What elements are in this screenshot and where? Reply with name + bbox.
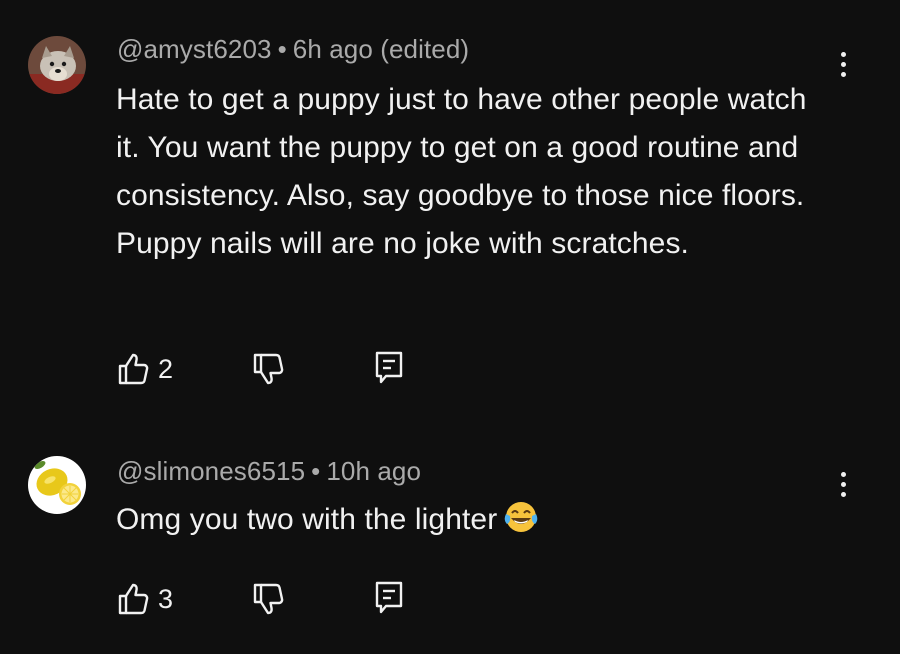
thumbs-down-icon xyxy=(253,583,284,615)
reply-icon xyxy=(375,351,403,384)
comment-item: @slimones6515 • 10h ago Omg you two with t… xyxy=(0,420,900,654)
lemon-avatar-icon xyxy=(28,456,86,514)
more-vertical-icon xyxy=(840,51,846,57)
author-avatar[interactable] xyxy=(28,36,86,94)
comment-meta: @amyst6203 • 6h ago (edited) xyxy=(117,34,469,65)
kebab-dot xyxy=(840,71,846,77)
face-with-tears-of-joy-icon xyxy=(503,500,539,549)
thumbs-up-icon xyxy=(118,353,149,385)
comment-timestamp: 10h ago xyxy=(326,456,422,486)
dog-avatar-icon xyxy=(28,36,86,94)
author-name[interactable]: @slimones6515 xyxy=(117,456,305,486)
author-name[interactable]: @amyst6203 xyxy=(117,34,272,64)
dislike-button[interactable] xyxy=(252,352,284,386)
comment-item: @amyst6203 • 6h ago (edited) Hate to get a… xyxy=(0,0,900,420)
reply-icon xyxy=(375,581,403,614)
comment-text: Omg you two with the lighter xyxy=(116,496,836,549)
meta-separator: • xyxy=(277,34,287,64)
comment-meta: @slimones6515 • 10h ago xyxy=(117,456,421,487)
like-button[interactable]: 2 xyxy=(117,352,173,386)
more-vertical-icon xyxy=(840,471,846,477)
like-button[interactable]: 3 xyxy=(117,582,173,616)
reply-button[interactable] xyxy=(373,350,405,386)
comment-text: Hate to get a puppy just to have other p… xyxy=(116,83,807,260)
comment-text-content: Omg you two with the lighter xyxy=(116,503,498,536)
kebab-dot xyxy=(840,61,846,67)
kebab-dot xyxy=(840,491,846,497)
thumbs-down-icon xyxy=(253,353,284,385)
meta-separator: • xyxy=(311,456,321,486)
reply-button[interactable] xyxy=(373,580,405,616)
thumbs-up-icon xyxy=(118,583,149,615)
kebab-dot xyxy=(840,481,846,487)
like-count: 2 xyxy=(158,353,174,384)
like-count: 3 xyxy=(158,583,174,614)
dislike-button[interactable] xyxy=(252,582,284,616)
comment-timestamp: 6h ago (edited) xyxy=(292,34,470,64)
author-avatar[interactable] xyxy=(28,456,86,514)
